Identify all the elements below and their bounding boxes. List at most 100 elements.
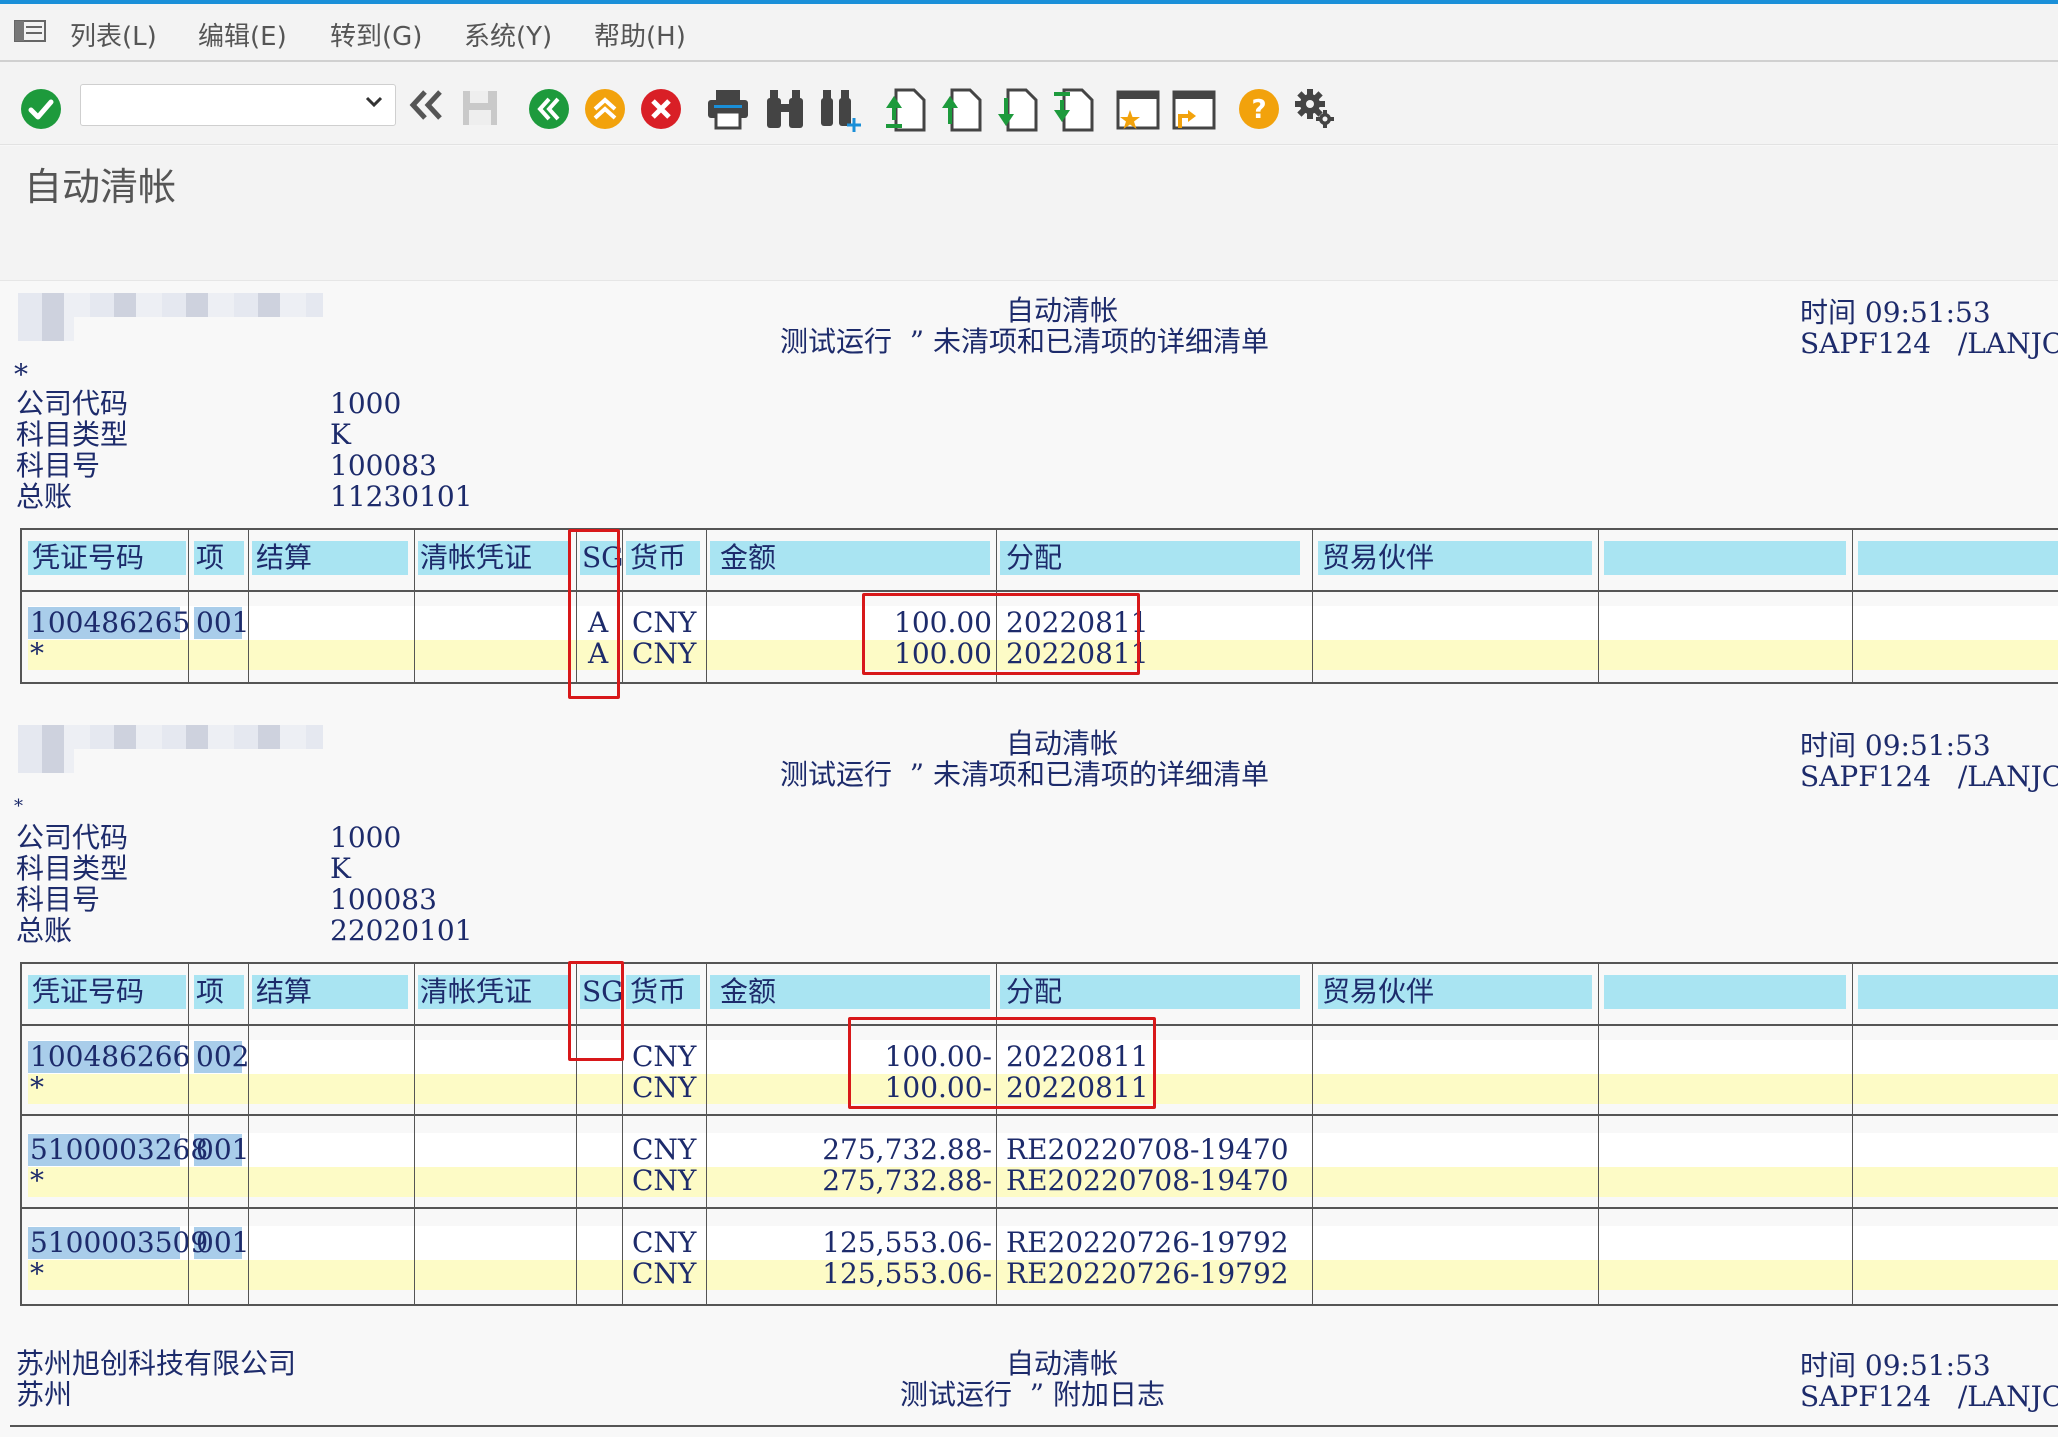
- shortcut-icon[interactable]: [1172, 88, 1216, 132]
- col-header-assignment[interactable]: 分配: [1006, 541, 1062, 575]
- cancel-icon[interactable]: [640, 88, 682, 130]
- col-header-clearing-doc[interactable]: 清帐凭证: [420, 975, 532, 1009]
- field-value-company-code: 1000: [330, 821, 402, 854]
- row-separator: [22, 1207, 2058, 1209]
- amount-value: 275,732.88-: [822, 1164, 992, 1197]
- amount-value: 275,732.88-: [822, 1133, 992, 1166]
- amount-value: 125,553.06-: [822, 1257, 992, 1290]
- create-session-icon[interactable]: [1116, 88, 1160, 132]
- field-label-company-code: 公司代码: [16, 387, 129, 420]
- col-header-item[interactable]: 项: [196, 975, 224, 1009]
- col-header-doc-no[interactable]: 凭证号码: [32, 541, 144, 575]
- field-label-company-code: 公司代码: [16, 821, 129, 854]
- application-toolbar: [0, 212, 2058, 280]
- command-field[interactable]: [80, 84, 396, 126]
- col-divider: [248, 530, 249, 684]
- col-divider: [622, 530, 623, 684]
- item-number[interactable]: 001: [196, 607, 249, 639]
- col-header-trading-partner[interactable]: 贸易伙伴: [1322, 975, 1434, 1009]
- chevron-down-icon[interactable]: [363, 91, 385, 113]
- list-header-time: 时间 09:51:53: [1800, 296, 1991, 329]
- find-next-icon[interactable]: [818, 88, 862, 132]
- col-header-currency[interactable]: 货币: [630, 975, 686, 1009]
- col-header-bg: [1604, 541, 1846, 575]
- find-icon[interactable]: [764, 88, 806, 130]
- menu-help[interactable]: 帮助(H): [594, 16, 686, 53]
- field-label-gl-account: 总账: [16, 480, 73, 513]
- row-star: *: [30, 1071, 44, 1104]
- settings-gear-icon[interactable]: [1294, 88, 1336, 130]
- col-header-settlement[interactable]: 结算: [256, 541, 312, 575]
- company-city: 苏州: [16, 1378, 73, 1411]
- col-header-assignment[interactable]: 分配: [1006, 975, 1062, 1009]
- doc-number-link[interactable]: 100486265: [30, 607, 190, 639]
- col-divider: [706, 530, 707, 684]
- exit-icon[interactable]: [584, 88, 626, 130]
- field-label-gl-account: 总账: [16, 914, 73, 947]
- svg-text:?: ?: [1251, 95, 1266, 125]
- col-header-amount[interactable]: 金额: [720, 541, 776, 575]
- redacted-company-name: [18, 293, 323, 317]
- header-separator: [22, 590, 2058, 592]
- redacted-city: [18, 317, 74, 341]
- standard-toolbar: ?: [0, 62, 2058, 145]
- help-icon[interactable]: ?: [1238, 88, 1280, 130]
- menu-edit[interactable]: 编辑(E): [198, 16, 287, 53]
- col-divider: [188, 964, 189, 1306]
- col-header-item[interactable]: 项: [196, 541, 224, 575]
- currency-value: CNY: [632, 1133, 697, 1166]
- doc-number-link[interactable]: 100486266: [30, 1041, 190, 1073]
- list-header-program: SAPF124 /LANJC: [1800, 327, 2058, 360]
- last-page-icon[interactable]: [1052, 88, 1094, 132]
- col-header-doc-no[interactable]: 凭证号码: [32, 975, 144, 1009]
- back-double-icon[interactable]: [408, 88, 444, 122]
- col-divider: [1312, 530, 1313, 684]
- save-icon[interactable]: [460, 88, 500, 128]
- col-divider: [188, 530, 189, 684]
- field-value-account-type: K: [330, 852, 351, 885]
- field-value-gl-account: 11230101: [330, 480, 473, 513]
- first-page-icon[interactable]: [884, 88, 926, 132]
- menu-goto[interactable]: 转到(G): [330, 16, 422, 53]
- field-label-account-type: 科目类型: [16, 852, 129, 885]
- doc-number-link[interactable]: 5100003509: [30, 1227, 208, 1259]
- col-header-amount[interactable]: 金额: [720, 975, 776, 1009]
- header-star: *: [14, 796, 23, 817]
- item-number[interactable]: 001: [196, 1227, 249, 1259]
- back-icon[interactable]: [528, 88, 570, 130]
- col-divider: [414, 964, 415, 1306]
- field-label-account-type: 科目类型: [16, 418, 129, 451]
- col-header-clearing-doc[interactable]: 清帐凭证: [420, 541, 532, 575]
- enter-check-icon[interactable]: [20, 88, 62, 130]
- redacted-company-name: [18, 725, 323, 749]
- prev-page-icon[interactable]: [940, 88, 982, 132]
- col-header-settlement[interactable]: 结算: [256, 975, 312, 1009]
- page-title: 自动清帐: [24, 165, 177, 209]
- list-header-subtitle: 测试运行 ” 未清项和已清项的详细清单: [780, 325, 1270, 358]
- item-number[interactable]: 002: [196, 1041, 249, 1073]
- col-divider: [996, 964, 997, 1306]
- doc-number-link[interactable]: 5100003268: [30, 1134, 208, 1166]
- currency-value: CNY: [632, 637, 697, 670]
- list-header-title: 自动清帐: [1006, 727, 1119, 760]
- currency-value: CNY: [632, 1257, 697, 1290]
- menu-system[interactable]: 系统(Y): [464, 16, 552, 53]
- list-header-time: 时间 09:51:53: [1800, 729, 1991, 762]
- item-number[interactable]: 001: [196, 1134, 249, 1166]
- menu-logo-icon[interactable]: [14, 18, 46, 44]
- col-header-trading-partner[interactable]: 贸易伙伴: [1322, 541, 1434, 575]
- print-icon[interactable]: [706, 88, 750, 130]
- field-value-gl-account: 22020101: [330, 914, 473, 947]
- assignment-value: RE20220726-19792: [1006, 1226, 1289, 1259]
- list-header-title: 自动清帐: [1006, 1347, 1119, 1380]
- col-header-currency[interactable]: 货币: [630, 541, 686, 575]
- list-header-time: 时间 09:51:53: [1800, 1349, 1991, 1382]
- footer-rule: [10, 1425, 2058, 1427]
- row-star: *: [30, 1164, 44, 1197]
- menu-list[interactable]: 列表(L): [70, 16, 157, 53]
- next-page-icon[interactable]: [996, 88, 1038, 132]
- row-separator: [22, 1114, 2058, 1116]
- menu-bar: 列表(L) 编辑(E) 转到(G) 系统(Y) 帮助(H): [0, 4, 2058, 62]
- field-value-account-type: K: [330, 418, 351, 451]
- annotation-box-sg: [568, 529, 620, 699]
